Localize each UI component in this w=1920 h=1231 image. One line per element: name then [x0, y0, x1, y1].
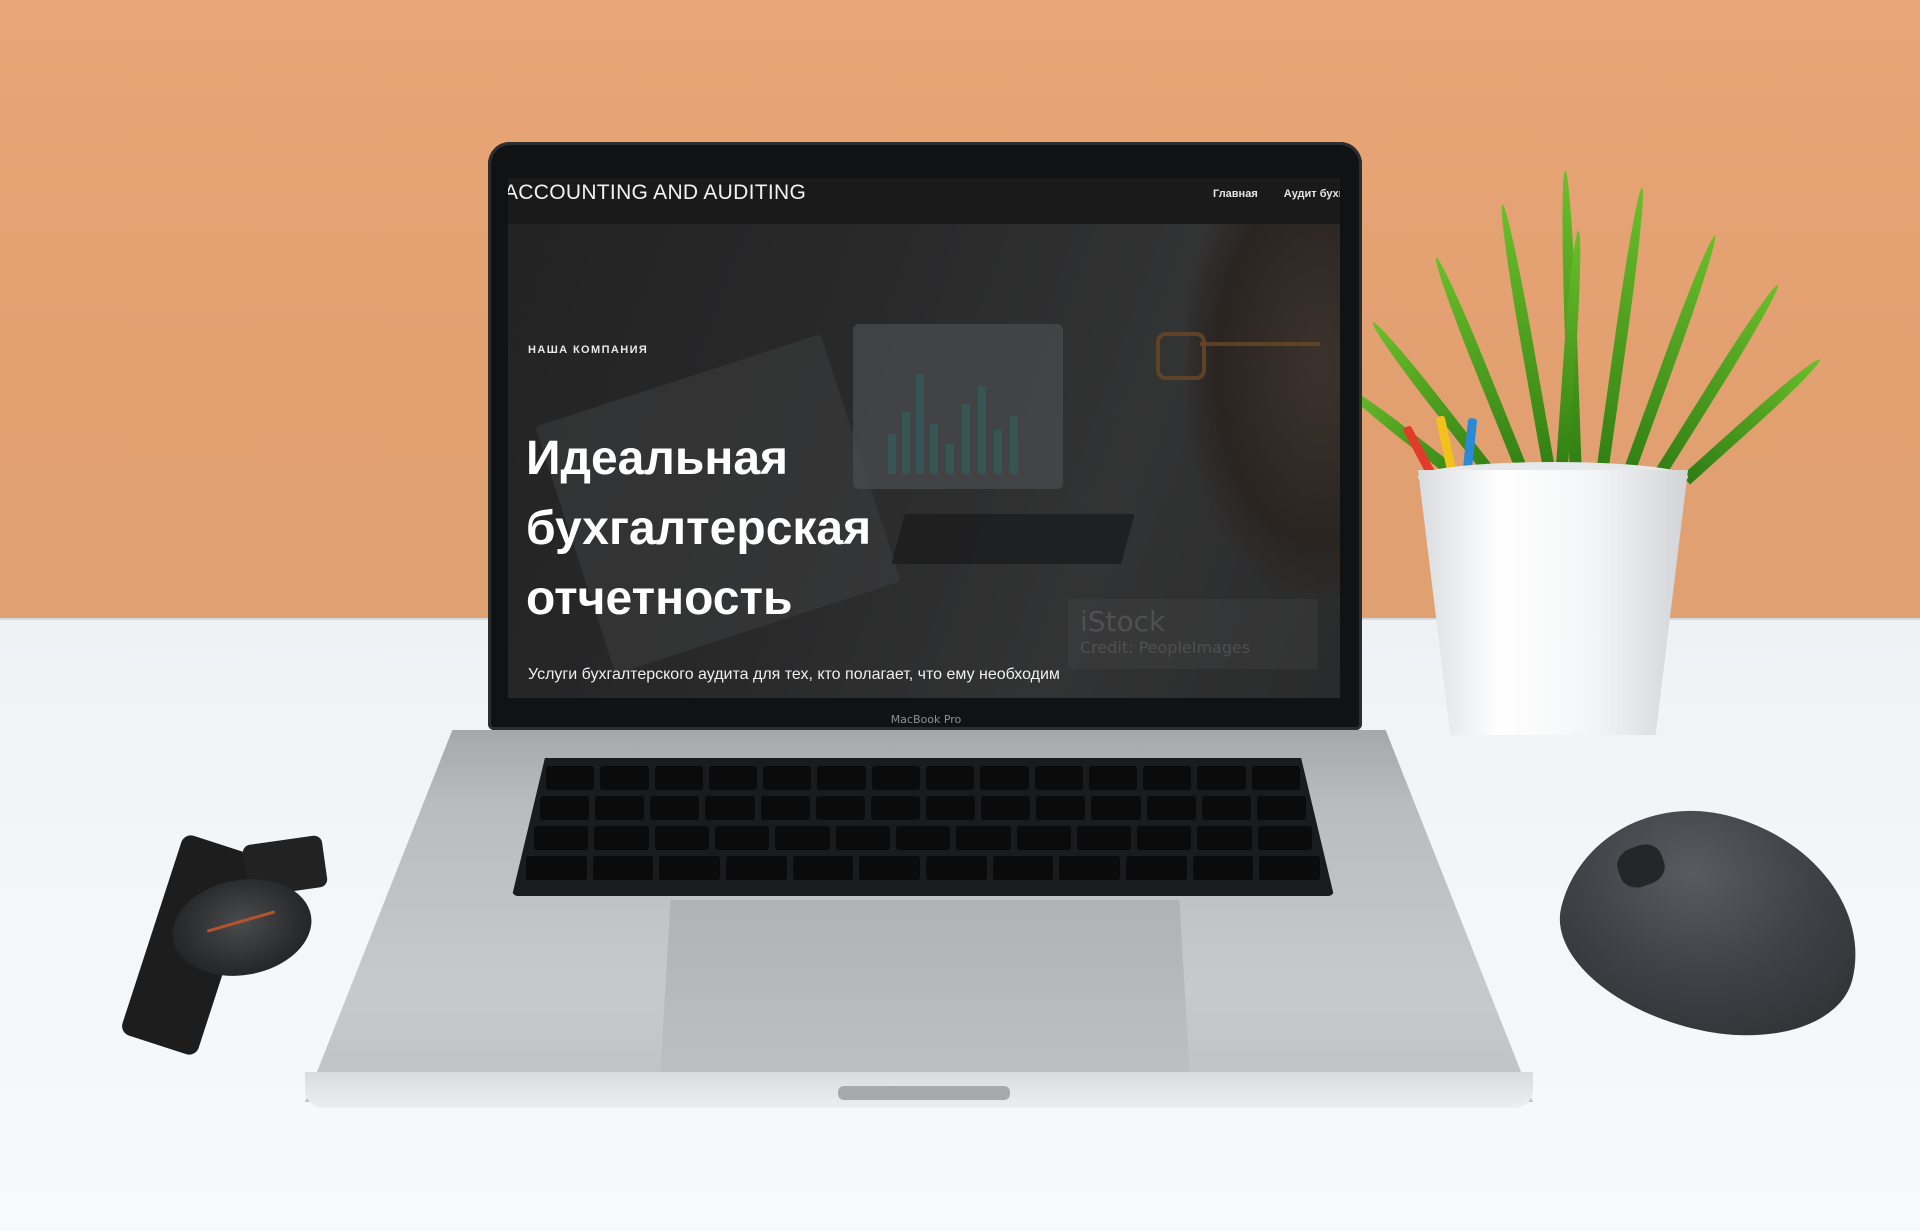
- plant-pot: [1418, 470, 1688, 735]
- hero-eyebrow: НАША КОМПАНИЯ: [528, 344, 649, 356]
- nav-link-home[interactable]: Главная: [1213, 178, 1258, 210]
- hero-headline: Идеальная бухгалтерская отчетность: [526, 424, 1046, 634]
- headline-line-3: отчетность: [526, 572, 793, 625]
- device-label: MacBook Pro: [890, 713, 962, 726]
- headline-line-1: Идеальная: [526, 432, 789, 485]
- site-nav: Главная Аудит бухг: [1213, 178, 1340, 224]
- trackpad[interactable]: [660, 900, 1190, 1078]
- keyboard[interactable]: [512, 758, 1334, 896]
- lid-notch: [838, 1086, 1010, 1100]
- nav-link-audit[interactable]: Аудит бухг: [1284, 178, 1340, 210]
- hero-subline: Услуги бухгалтерского аудита для тех, кт…: [528, 666, 1060, 683]
- laptop-screen: iStock Credit: PeopleImages НАША КОМПАНИ…: [508, 178, 1340, 698]
- site-header: ACCOUNTING AND AUDITING Главная Аудит бух…: [508, 178, 1340, 224]
- headline-line-2: бухгалтерская: [526, 502, 872, 555]
- hero-section: iStock Credit: PeopleImages НАША КОМПАНИ…: [508, 224, 1340, 698]
- site-logo[interactable]: ACCOUNTING AND AUDITING: [508, 178, 806, 226]
